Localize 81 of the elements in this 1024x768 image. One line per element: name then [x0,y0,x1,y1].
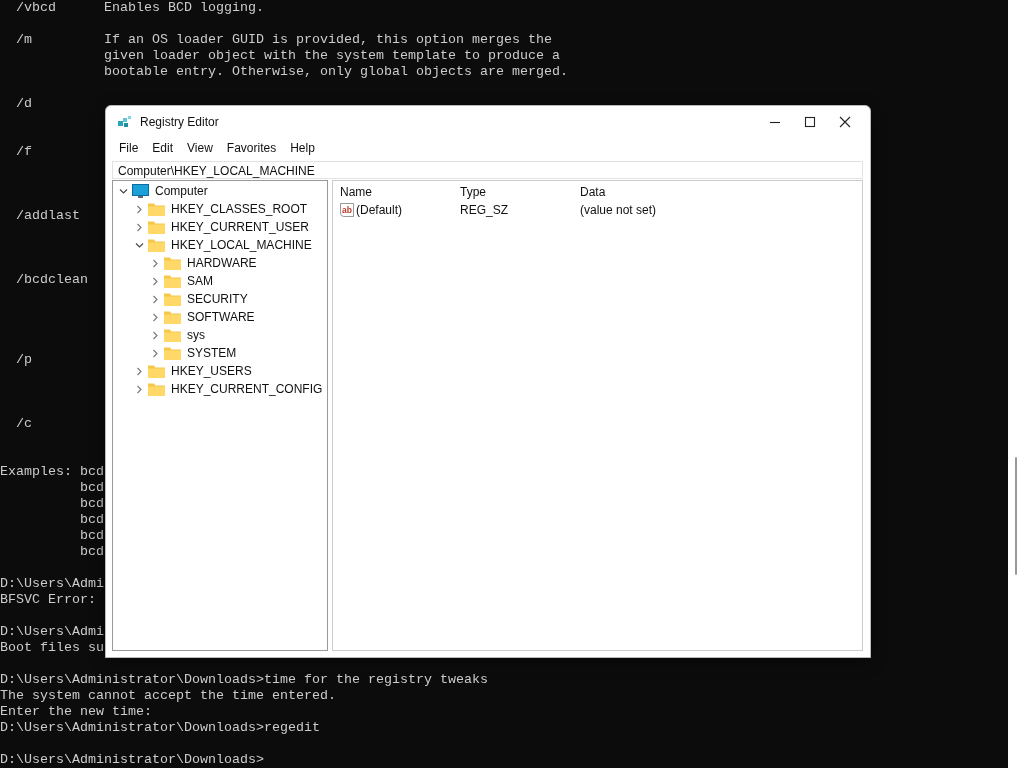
address-bar[interactable]: Computer\HKEY_LOCAL_MACHINE [112,161,863,179]
console-line: Enter the new time: [0,704,152,720]
tree-item[interactable]: HKEY_CURRENT_CONFIG [171,382,323,396]
tree-item[interactable]: HKEY_USERS [171,364,252,378]
chevron-icon[interactable] [135,384,144,394]
column-header[interactable]: Name [340,185,460,199]
menu-item[interactable]: Edit [145,140,181,155]
maximize-icon[interactable] [804,116,816,128]
example-command: bcd [80,480,104,496]
menu-item[interactable]: Help [283,140,322,155]
command-option: /vbcd [16,0,104,16]
menu-item[interactable]: View [180,140,220,155]
console-line: D:\Users\Administrator\Downloads>time for the registry tweaks [0,672,488,688]
example-command: bcd [80,528,104,544]
folder-icon [164,292,181,306]
console-line: D:\Users\Administrator\Downloads> [0,752,264,768]
folder-icon [164,274,181,288]
chevron-icon[interactable] [135,204,144,214]
command-option: /p [16,352,104,368]
menu-item[interactable]: Favorites [219,140,284,155]
value-data: (value not set) [580,203,658,217]
tree-item[interactable]: Computer [155,184,208,198]
folder-icon [148,382,165,396]
command-option: /c [16,416,104,432]
option-description: Enables BCD logging. [104,0,264,16]
tree-item[interactable]: SYSTEM [187,346,237,360]
tree-item[interactable]: HARDWARE [187,256,257,270]
folder-icon [148,202,165,216]
option-description: given loader object with the system template to produce a [104,48,560,64]
command-option: /addlast [16,208,104,224]
tree-item[interactable]: HKEY_CLASSES_ROOT [171,202,308,216]
chevron-icon[interactable] [119,186,128,196]
tree-item[interactable]: sys [187,328,205,342]
command-option: /d [16,96,104,112]
chevron-icon[interactable] [151,294,160,304]
string-value-icon: ab [340,203,354,217]
chevron-icon[interactable] [151,312,160,322]
chevron-icon[interactable] [135,222,144,232]
option-description: If an OS loader GUID is provided, this option merges the [104,32,552,48]
tree-item[interactable]: SOFTWARE [187,310,255,324]
example-command: bcd [80,512,104,528]
folder-icon [164,310,181,324]
tree-item[interactable]: SAM [187,274,213,288]
console-line: Examples: bcd [0,464,104,480]
folder-icon [164,328,181,342]
tree-item[interactable]: HKEY_LOCAL_MACHINE [171,238,312,252]
column-header[interactable]: Data [580,185,700,199]
value-type: REG_SZ [460,203,509,217]
chevron-icon[interactable] [151,276,160,286]
chevron-icon[interactable] [135,240,144,250]
option-description: bootable entry. Otherwise, only global objects are merged. [104,64,568,80]
tree-item[interactable]: HKEY_CURRENT_USER [171,220,310,234]
window-title: Registry Editor [140,115,219,129]
console-line: D:\Users\Admi [0,624,104,640]
folder-icon [148,364,165,378]
command-option: /f [16,144,104,160]
example-command: bcd [80,544,104,560]
folder-icon [148,238,165,252]
scrollbar-thumb[interactable] [1015,457,1017,575]
cubes-icon [118,116,132,128]
tree-item[interactable]: SECURITY [187,292,248,306]
folder-icon [148,220,165,234]
value-name[interactable]: (Default) [356,203,402,217]
chevron-icon[interactable] [151,348,160,358]
monitor-icon [132,183,149,199]
chevron-icon[interactable] [135,366,144,376]
command-option: /bcdclean [16,272,104,288]
folder-icon [164,346,181,360]
chevron-icon[interactable] [151,330,160,340]
console-line: D:\Users\Administrator\Downloads>regedit [0,720,320,736]
console-line: Boot files su [0,640,104,656]
menu-item[interactable]: File [112,140,146,155]
folder-icon [164,256,181,270]
console-line: D:\Users\Admi [0,576,104,592]
example-command: bcd [80,496,104,512]
console-line: The system cannot accept the time entered. [0,688,336,704]
console-line: BFSVC Error: [0,592,96,608]
chevron-icon[interactable] [151,258,160,268]
command-option: /m [16,32,104,48]
column-header[interactable]: Type [460,185,580,199]
close-icon[interactable] [839,116,851,128]
